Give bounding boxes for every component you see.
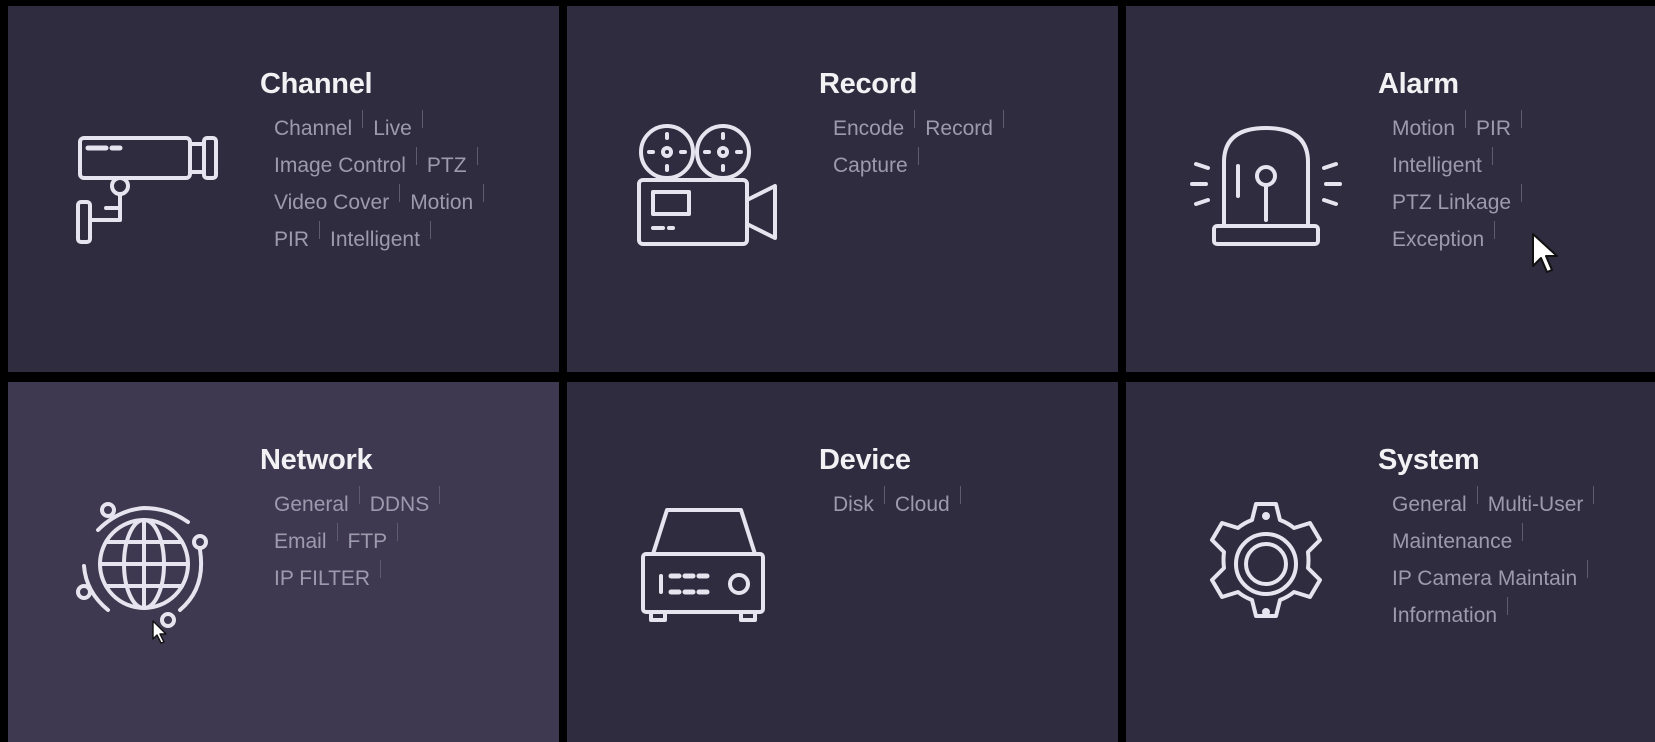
tile-content: Device Disk Cloud (819, 442, 1109, 523)
separator (415, 147, 417, 165)
tile-title[interactable]: Alarm (1378, 66, 1655, 102)
tile-links: General DDNS Email FTP IP FILTER (274, 486, 534, 597)
link-pir[interactable]: PIR (1476, 110, 1511, 147)
link-ddns[interactable]: DDNS (370, 486, 430, 523)
disk-drive-icon (627, 492, 787, 632)
link-record[interactable]: Record (925, 110, 993, 147)
tile-content: Record Encode Record Capture (819, 66, 1109, 184)
link-multi-user[interactable]: Multi-User (1488, 486, 1584, 523)
link-information[interactable]: Information (1392, 597, 1497, 634)
tile-device[interactable]: Device Disk Cloud (567, 382, 1118, 742)
link-pir[interactable]: PIR (274, 221, 309, 258)
separator (1521, 184, 1523, 202)
movie-camera-icon (627, 116, 787, 256)
tile-content: Network General DDNS Email FTP IP FILTER (260, 442, 550, 597)
link-ftp[interactable]: FTP (348, 523, 388, 560)
link-capture[interactable]: Capture (833, 147, 908, 184)
cctv-camera-icon (68, 116, 228, 256)
tile-network[interactable]: Network General DDNS Email FTP IP FILTER (8, 382, 559, 742)
separator (1476, 486, 1478, 504)
tile-system[interactable]: System General Multi-User Maintenance IP … (1126, 382, 1655, 742)
separator (483, 184, 485, 202)
tile-title[interactable]: Record (819, 66, 1109, 102)
link-maintenance[interactable]: Maintenance (1392, 523, 1512, 560)
link-email[interactable]: Email (274, 523, 327, 560)
tile-channel[interactable]: Channel Channel Live Image Control PTZ Vid… (8, 6, 559, 372)
separator (380, 560, 382, 578)
link-ptz[interactable]: PTZ (427, 147, 467, 184)
separator (397, 523, 399, 541)
tile-title[interactable]: Device (819, 442, 1109, 478)
tile-links: Encode Record Capture (833, 110, 1093, 184)
separator (319, 221, 321, 239)
link-intelligent[interactable]: Intelligent (330, 221, 420, 258)
separator (1491, 147, 1493, 165)
link-ip-filter[interactable]: IP FILTER (274, 560, 370, 597)
tile-links: General Multi-User Maintenance IP Camera … (1392, 486, 1652, 634)
separator (1521, 110, 1523, 128)
tile-links: Channel Live Image Control PTZ Video Cover… (274, 110, 534, 258)
link-ip-camera-maintain[interactable]: IP Camera Maintain (1392, 560, 1577, 597)
separator (362, 110, 364, 128)
separator (1465, 110, 1467, 128)
tile-content: Alarm Motion PIR Intelligent PTZ Linkage … (1378, 66, 1655, 258)
separator (914, 110, 916, 128)
link-live[interactable]: Live (373, 110, 412, 147)
link-motion[interactable]: Motion (1392, 110, 1455, 147)
separator (439, 486, 441, 504)
alarm-siren-icon (1186, 116, 1346, 256)
link-general[interactable]: General (1392, 486, 1467, 523)
separator (429, 221, 431, 239)
link-cloud[interactable]: Cloud (895, 486, 950, 523)
separator (917, 147, 919, 165)
separator (421, 110, 423, 128)
globe-network-icon (68, 492, 228, 632)
link-disk[interactable]: Disk (833, 486, 874, 523)
link-video-cover[interactable]: Video Cover (274, 184, 389, 221)
separator (959, 486, 961, 504)
separator (358, 486, 360, 504)
tile-title[interactable]: System (1378, 442, 1655, 478)
link-encode[interactable]: Encode (833, 110, 904, 147)
separator (476, 147, 478, 165)
tile-alarm[interactable]: Alarm Motion PIR Intelligent PTZ Linkage … (1126, 6, 1655, 372)
separator (336, 523, 338, 541)
link-channel[interactable]: Channel (274, 110, 352, 147)
tile-content: Channel Channel Live Image Control PTZ Vid… (260, 66, 550, 258)
link-intelligent[interactable]: Intelligent (1392, 147, 1482, 184)
tile-title[interactable]: Network (260, 442, 550, 478)
link-motion[interactable]: Motion (410, 184, 473, 221)
tile-links: Disk Cloud (833, 486, 1093, 523)
link-image-control[interactable]: Image Control (274, 147, 406, 184)
link-general[interactable]: General (274, 486, 349, 523)
tile-links: Motion PIR Intelligent PTZ Linkage Except… (1392, 110, 1652, 258)
tile-record[interactable]: Record Encode Record Capture (567, 6, 1118, 372)
separator (1587, 560, 1589, 578)
settings-menu-grid: Channel Channel Live Image Control PTZ Vid… (0, 0, 1655, 742)
tile-content: System General Multi-User Maintenance IP … (1378, 442, 1655, 634)
separator (1494, 221, 1496, 239)
separator (1507, 597, 1509, 615)
separator (1002, 110, 1004, 128)
link-ptz-linkage[interactable]: PTZ Linkage (1392, 184, 1511, 221)
tile-title[interactable]: Channel (260, 66, 550, 102)
separator (399, 184, 401, 202)
gear-icon (1186, 492, 1346, 632)
separator (1593, 486, 1595, 504)
separator (1522, 523, 1524, 541)
separator (883, 486, 885, 504)
link-exception[interactable]: Exception (1392, 221, 1484, 258)
